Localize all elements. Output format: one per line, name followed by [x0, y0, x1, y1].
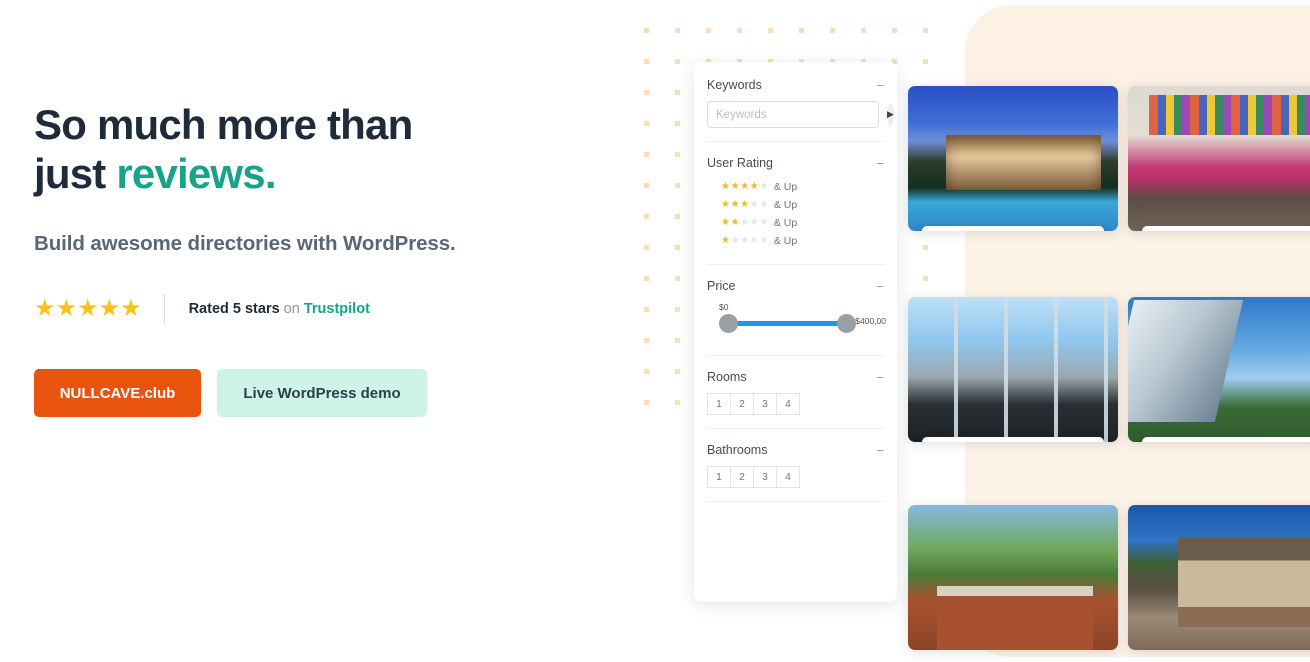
user-rating-option[interactable]: ★★★★★ & Up: [721, 197, 884, 212]
rating-option-label: & Up: [774, 217, 797, 229]
filter-header-user-rating: User Rating −: [707, 156, 884, 170]
trustpilot-link[interactable]: Trustpilot: [304, 301, 370, 317]
vertical-divider: [164, 294, 165, 324]
listing-info: 1,525 sq.ft. Apartments, Chic… 2 ROOMS •…: [922, 437, 1104, 442]
filter-header-rooms: Rooms −: [707, 370, 884, 384]
rating-stars-icon: ★★★★★: [721, 215, 769, 230]
rooms-option-row: 1234: [707, 393, 884, 415]
rooms-option-cell[interactable]: 3: [753, 393, 777, 415]
filter-section-user-rating: User Rating − ★★★★★ & Up ★★★★★ & Up ★★★★★ & U…: [707, 156, 884, 265]
heading-line-2-accent: reviews.: [116, 150, 275, 197]
heading-line-2-plain: just: [34, 150, 116, 197]
bathrooms-option-cell[interactable]: 4: [776, 466, 800, 488]
filter-header-price: Price −: [707, 279, 884, 293]
filter-section-rooms: Rooms − 1234: [707, 370, 884, 429]
rooms-option-cell[interactable]: 4: [776, 393, 800, 415]
rating-text: Rated 5 stars on Trustpilot: [189, 301, 370, 317]
hero-subheading: Build awesome directories with WordPress…: [34, 232, 634, 256]
filter-panel: Keywords − ▶ User Rating − ★★★★★& Up★★★★…: [694, 62, 897, 602]
rating-stars-icon: ★★★★★: [721, 197, 769, 212]
listing-photo: [908, 297, 1118, 442]
rooms-option-cell[interactable]: 1: [707, 393, 731, 415]
listing-photo: [908, 505, 1118, 650]
page-title: So much more than just reviews.: [34, 100, 634, 198]
listing-photo: [1128, 297, 1310, 442]
rating-stars-icon: ★★★★★: [721, 233, 769, 248]
bathrooms-option-cell[interactable]: 3: [753, 466, 777, 488]
listing-card[interactable]: [908, 505, 1118, 650]
user-rating-option[interactable]: ★★★★★ & Up: [721, 179, 884, 194]
bathrooms-option-cell[interactable]: 1: [707, 466, 731, 488]
price-range-slider[interactable]: $0 $400,00: [707, 302, 884, 342]
keywords-input-row: ▶: [707, 101, 884, 128]
live-wordpress-demo-button[interactable]: Live WordPress demo: [217, 369, 427, 417]
filter-title-user-rating: User Rating: [707, 156, 773, 170]
price-min-label: $0: [719, 302, 728, 312]
price-max-label: $400,00: [855, 316, 886, 326]
listing-info: 1031 N Broadway for $30,000 ROOMS • BATH…: [1142, 226, 1310, 231]
price-slider-handle-max[interactable]: [837, 314, 856, 333]
listing-card[interactable]: 1,525 sq.ft. Apartments, Chic… 2 ROOMS •…: [908, 297, 1118, 442]
filter-title-keywords: Keywords: [707, 78, 762, 92]
listing-info: 2,428 sq.ft. Apartments, Mia… 3 ROOMS • …: [1142, 437, 1310, 442]
price-slider-handle-min[interactable]: [719, 314, 738, 333]
filter-section-price: Price − $0 $400,00: [707, 279, 884, 356]
nullcave-club-button[interactable]: NULLCAVE.club: [34, 369, 201, 417]
user-rating-options: ★★★★★ & Up ★★★★★ & Up ★★★★★ & Up ★★★★★ & Up: [707, 179, 884, 248]
collapse-icon-user-rating[interactable]: −: [876, 157, 884, 170]
user-rating-option[interactable]: ★★★★★ & Up: [721, 233, 884, 248]
price-slider-track: [725, 321, 850, 326]
collapse-icon-keywords[interactable]: −: [876, 79, 884, 92]
rating-stars-icon: ★★★★★: [721, 179, 769, 194]
rating-muted-text: on: [280, 301, 304, 317]
listing-photo: [1128, 505, 1310, 650]
collapse-icon-price[interactable]: −: [876, 280, 884, 293]
filter-section-keywords: Keywords − ▶: [707, 78, 884, 142]
rating-option-label: & Up: [774, 199, 797, 211]
collapse-icon-rooms[interactable]: −: [876, 371, 884, 384]
trustpilot-rating: ★★★★★ Rated 5 stars on Trustpilot: [34, 294, 634, 324]
keywords-submit-icon[interactable]: ▶: [887, 104, 894, 126]
bathrooms-option-row: 1234: [707, 466, 884, 488]
collapse-icon-bathrooms[interactable]: −: [876, 444, 884, 457]
listing-card[interactable]: Oceanfront Villa 4 ROOMS • 4 BATHS • $ 2…: [908, 86, 1118, 231]
filter-title-rooms: Rooms: [707, 370, 747, 384]
hero-section: So much more than just reviews. Build aw…: [34, 0, 634, 417]
rating-bold-text: Rated 5 stars: [189, 301, 280, 317]
listing-photo: [908, 86, 1118, 231]
listing-card[interactable]: [1128, 505, 1310, 650]
rating-option-label: & Up: [774, 235, 797, 247]
listings-grid: Oceanfront Villa 4 ROOMS • 4 BATHS • $ 2…: [900, 0, 1310, 662]
rating-option-label: & Up: [774, 181, 797, 193]
rooms-option-cell[interactable]: 2: [730, 393, 754, 415]
filter-title-bathrooms: Bathrooms: [707, 443, 767, 457]
filter-section-bathrooms: Bathrooms − 1234: [707, 443, 884, 502]
listing-card[interactable]: 1031 N Broadway for $30,000 ROOMS • BATH…: [1128, 86, 1310, 231]
star-rating-icons: ★★★★★: [34, 297, 142, 321]
heading-line-1: So much more than: [34, 101, 412, 148]
listing-photo: [1128, 86, 1310, 231]
listing-card[interactable]: 2,428 sq.ft. Apartments, Mia… 3 ROOMS • …: [1128, 297, 1310, 442]
hero-button-row: NULLCAVE.club Live WordPress demo: [34, 369, 634, 417]
filter-header-keywords: Keywords −: [707, 78, 884, 92]
keywords-search-input[interactable]: [707, 101, 879, 128]
filter-header-bathrooms: Bathrooms −: [707, 443, 884, 457]
bathrooms-option-cell[interactable]: 2: [730, 466, 754, 488]
filter-title-price: Price: [707, 279, 735, 293]
user-rating-option[interactable]: ★★★★★ & Up: [721, 215, 884, 230]
listing-info: Oceanfront Villa 4 ROOMS • 4 BATHS • $ 2…: [922, 226, 1104, 231]
